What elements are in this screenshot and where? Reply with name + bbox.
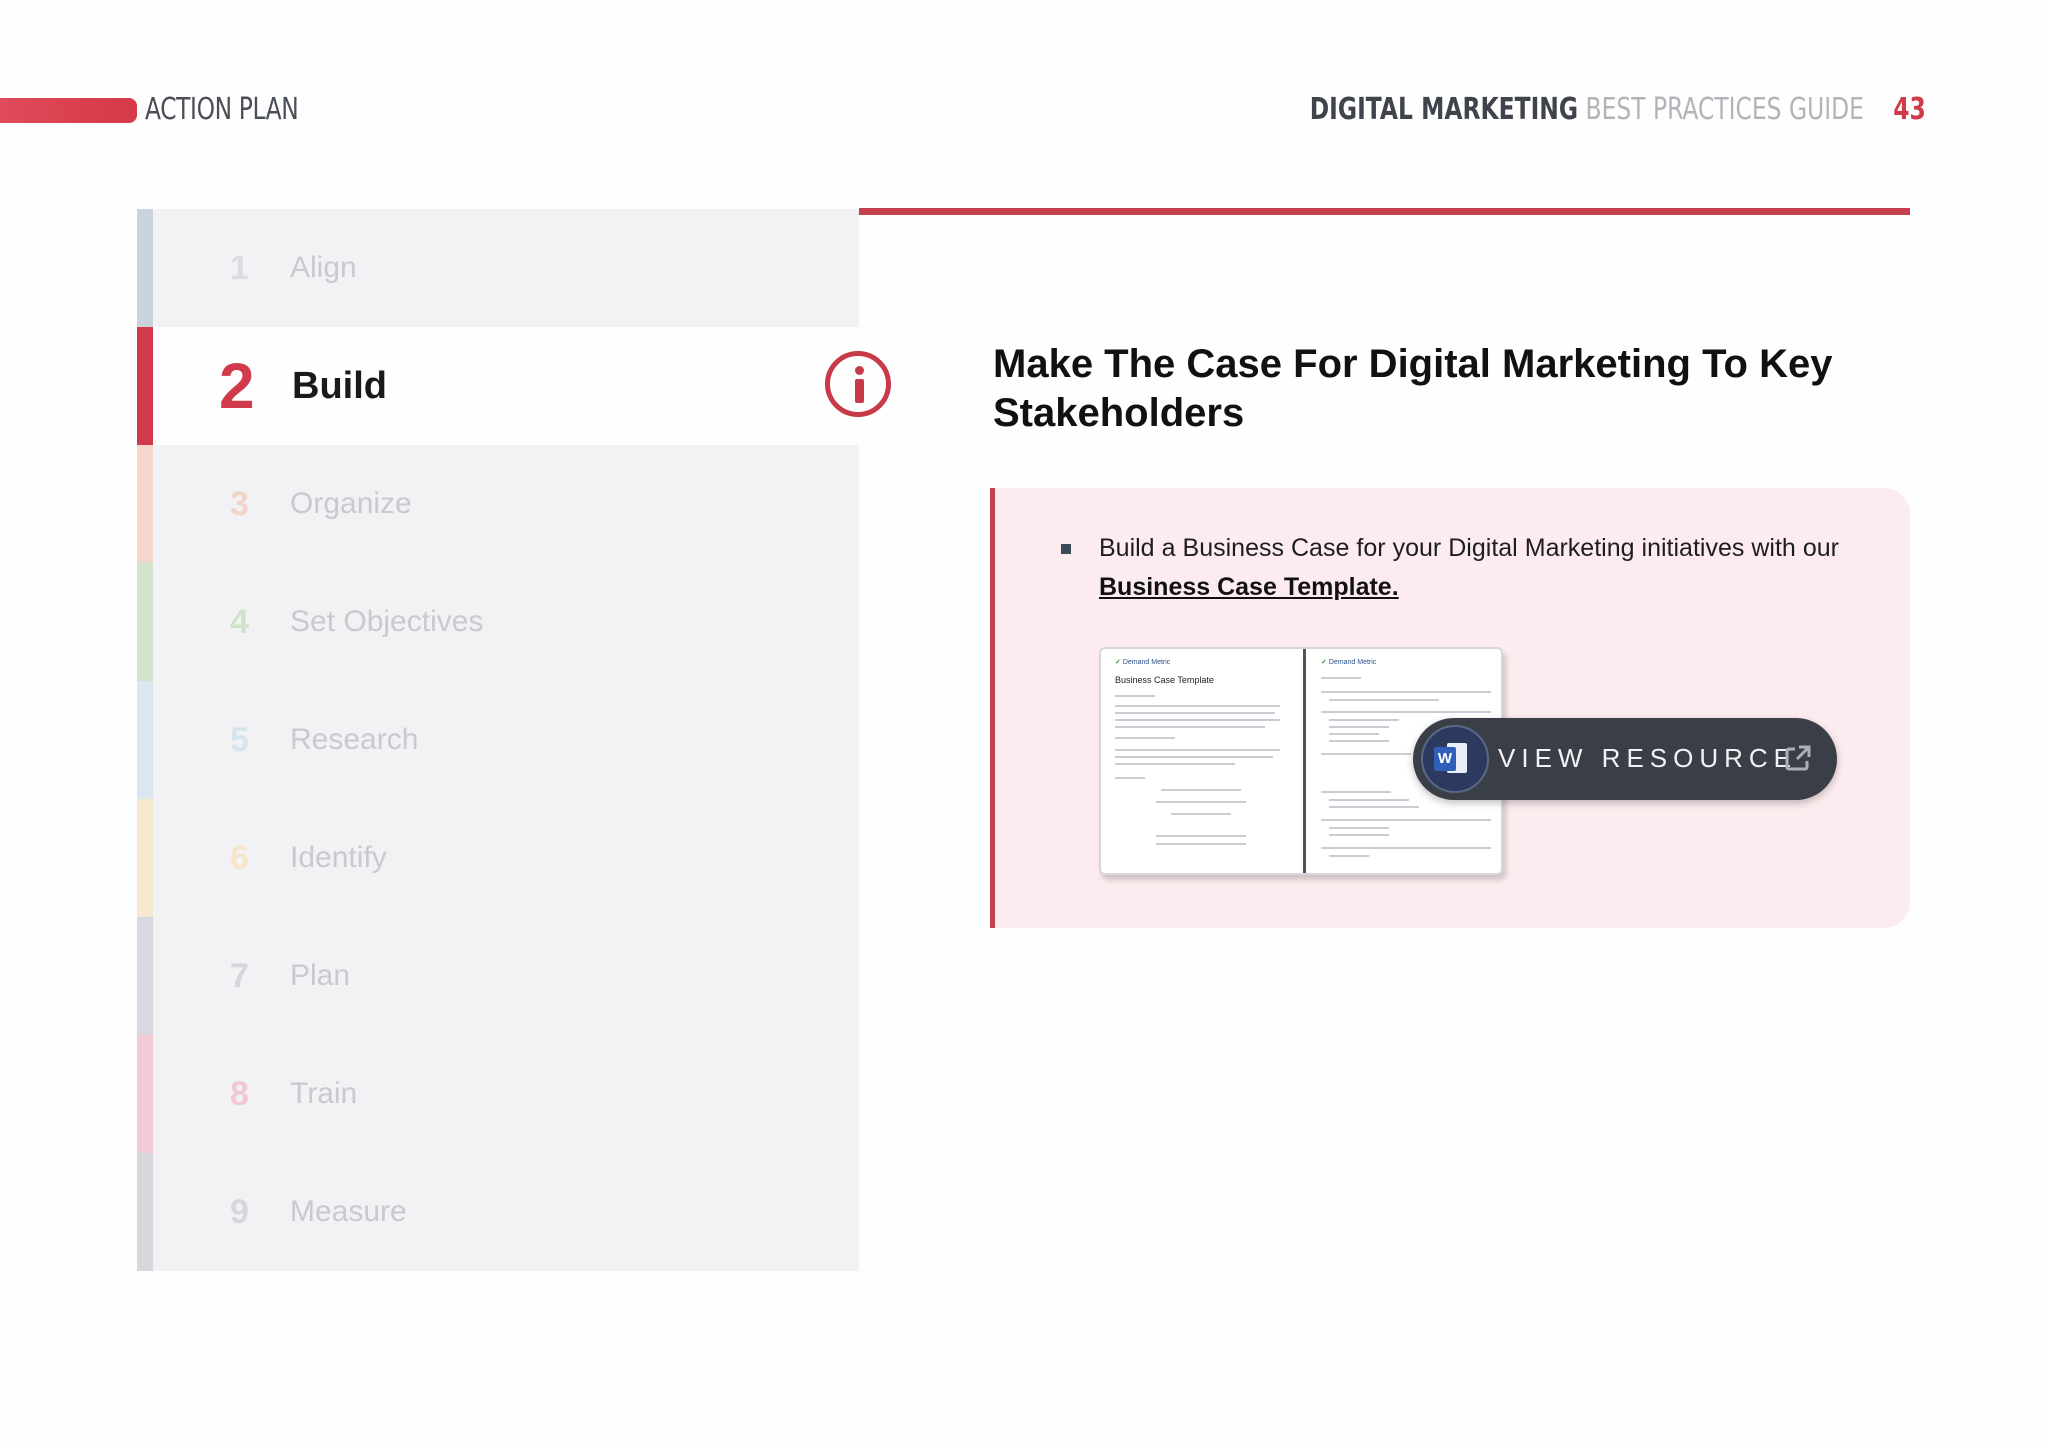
step-label: Plan	[290, 959, 351, 992]
step-number: 2	[219, 350, 255, 422]
preview-page-1: ✓ Demand Metric Business Case Template	[1101, 649, 1299, 873]
view-resource-label: VIEW RESOURCE	[1498, 743, 1798, 773]
bullet-text: Build a Business Case for your Digital M…	[1099, 529, 1839, 607]
step-label: Identify	[290, 841, 387, 874]
resource-callout: Build a Business Case for your Digital M…	[990, 488, 1910, 928]
step-item-train[interactable]: 8 Train	[137, 1035, 859, 1153]
top-rule	[859, 208, 1910, 215]
step-number: 4	[230, 602, 249, 641]
step-number: 7	[230, 956, 249, 995]
step-stripe	[137, 327, 153, 445]
step-label: Set Objectives	[290, 605, 484, 638]
step-item-organize[interactable]: 3 Organize	[137, 445, 859, 563]
step-label: Align	[290, 251, 357, 284]
view-resource-button[interactable]: W VIEW RESOURCE	[1413, 718, 1837, 800]
preview-brand-2: ✓ Demand Metric	[1321, 659, 1377, 666]
step-label: Measure	[290, 1195, 407, 1228]
step-stripe	[137, 917, 153, 1035]
step-item-build[interactable]: 2 Build	[137, 327, 859, 445]
preview-divider	[1303, 649, 1306, 873]
page-title: Make The Case For Digital Marketing To K…	[993, 342, 1833, 435]
step-number: 1	[230, 248, 249, 287]
guide-title: DIGITAL MARKETING BEST PRACTICES GUIDE 4…	[1310, 92, 1926, 127]
step-item-identify[interactable]: 6 Identify	[137, 799, 859, 917]
step-number: 5	[230, 720, 249, 759]
guide-title-light: BEST PRACTICES GUIDE	[1585, 92, 1865, 127]
step-label: Build	[292, 364, 387, 407]
bullet-copy: Build a Business Case for your Digital M…	[1099, 534, 1839, 562]
step-stripe	[137, 445, 153, 563]
step-number: 3	[230, 484, 249, 523]
steps-nav: 1 Align 2 Build 3 Organize 4 Set Objectives 5 Res…	[137, 209, 859, 1271]
step-item-align[interactable]: 1 Align	[137, 209, 859, 327]
page-number: 43	[1893, 92, 1926, 127]
section-label: ACTION PLAN	[145, 92, 299, 127]
guide-title-bold: DIGITAL MARKETING	[1309, 92, 1579, 127]
preview-doc-title: Business Case Template	[1115, 675, 1214, 685]
step-label: Research	[290, 723, 419, 756]
step-stripe	[137, 1153, 153, 1271]
step-item-research[interactable]: 5 Research	[137, 681, 859, 799]
business-case-template-link[interactable]: Business Case Template.	[1099, 573, 1399, 601]
step-stripe	[137, 563, 153, 681]
header-accent-bar	[0, 98, 137, 123]
step-item-set-objectives[interactable]: 4 Set Objectives	[137, 563, 859, 681]
step-item-measure[interactable]: 9 Measure	[137, 1153, 859, 1271]
step-stripe	[137, 1035, 153, 1153]
step-stripe	[137, 209, 153, 327]
word-document-icon: W	[1421, 725, 1489, 793]
step-label: Organize	[290, 487, 412, 520]
step-number: 9	[230, 1192, 249, 1231]
step-label: Train	[290, 1077, 358, 1110]
step-number: 6	[230, 838, 249, 877]
step-item-plan[interactable]: 7 Plan	[137, 917, 859, 1035]
step-number: 8	[230, 1074, 249, 1113]
step-stripe	[137, 681, 153, 799]
preview-brand: ✓ Demand Metric	[1115, 659, 1171, 666]
step-stripe	[137, 799, 153, 917]
bullet-marker	[1061, 544, 1071, 554]
external-link-icon	[1785, 745, 1811, 771]
info-icon[interactable]	[825, 351, 891, 417]
